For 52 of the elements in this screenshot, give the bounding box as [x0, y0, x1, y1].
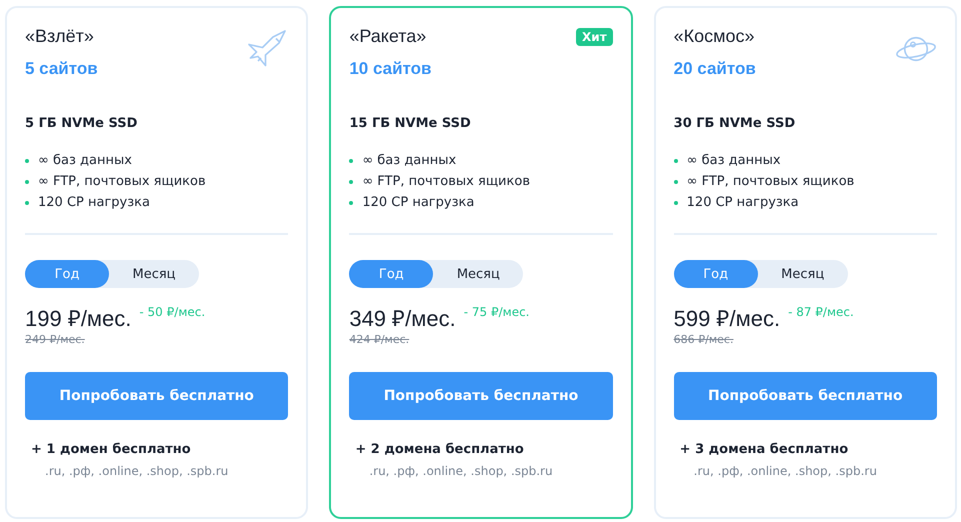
- feature-text: 120 CP нагрузка: [686, 195, 799, 210]
- domain-bonus: + 1 домен бесплатно: [31, 442, 192, 457]
- plan-title: «Ракета»: [349, 26, 428, 47]
- bullet-icon: [349, 158, 354, 162]
- bullet-icon: [674, 180, 678, 184]
- feature-text: ∞ FTP, почтовых ящиков: [362, 174, 530, 189]
- plan-title: «Космос»: [674, 26, 756, 47]
- domain-bonus: + 2 домена бесплатно: [355, 442, 525, 457]
- sites-count: 10 сайтов: [349, 59, 432, 79]
- price-text: 349 ₽/мес.: [349, 305, 456, 332]
- old-price: 686 ₽/мес.: [674, 333, 734, 346]
- discount-text: - 50 ₽/мес.: [139, 305, 206, 319]
- price-text: 599 ₽/мес.: [674, 305, 780, 332]
- bullet-icon: [25, 180, 29, 184]
- period-tab[interactable]: Месяц: [109, 260, 199, 288]
- period-tab[interactable]: Год: [349, 260, 434, 288]
- storage-label: 30 ГБ NVMe SSD: [674, 116, 796, 131]
- feature-text: 120 CP нагрузка: [38, 195, 150, 210]
- hit-badge: Хит: [576, 28, 613, 46]
- period-tab[interactable]: Месяц: [433, 260, 524, 288]
- bullet-icon: [25, 158, 29, 162]
- try-free-button[interactable]: Попробовать бесплатно: [674, 372, 937, 420]
- feature-text: ∞ баз данных: [686, 153, 781, 168]
- domain-zones: .ru, .рф, .online, .shop, .spb.ru: [369, 464, 554, 478]
- storage-label: 15 ГБ NVMe SSD: [349, 116, 472, 131]
- try-free-button[interactable]: Попробовать бесплатно: [349, 372, 613, 420]
- domain-zones: .ru, .рф, .online, .shop, .spb.ru: [45, 464, 230, 478]
- bullet-icon: [25, 200, 29, 204]
- feature-text: ∞ FTP, почтовых ящиков: [38, 174, 206, 189]
- sites-count: 5 сайтов: [25, 59, 98, 79]
- bullet-icon: [674, 200, 678, 204]
- discount-text: - 75 ₽/мес.: [464, 305, 530, 319]
- feature-text: ∞ баз данных: [362, 153, 456, 168]
- price-text: 199 ₽/мес.: [25, 305, 132, 332]
- period-tab[interactable]: Год: [674, 260, 758, 288]
- feature-text: ∞ FTP, почтовых ящиков: [686, 174, 854, 189]
- feature-text: 120 CP нагрузка: [362, 195, 474, 210]
- period-tab[interactable]: Год: [25, 260, 109, 288]
- try-free-button[interactable]: Попробовать бесплатно: [25, 372, 288, 420]
- old-price: 249 ₽/мес.: [25, 333, 86, 346]
- domain-zones: .ru, .рф, .online, .shop, .spb.ru: [694, 464, 878, 478]
- bullet-icon: [349, 200, 354, 204]
- feature-text: ∞ баз данных: [38, 153, 132, 168]
- old-price: 424 ₽/мес.: [349, 333, 410, 346]
- bullet-icon: [349, 180, 354, 184]
- storage-label: 5 ГБ NVMe SSD: [25, 116, 138, 131]
- period-tab[interactable]: Месяц: [758, 260, 848, 288]
- discount-text: - 87 ₽/мес.: [788, 305, 854, 319]
- bullet-icon: [674, 158, 678, 162]
- sites-count: 20 сайтов: [674, 59, 756, 79]
- plan-title: «Взлёт»: [25, 26, 95, 47]
- domain-bonus: + 3 домена бесплатно: [680, 442, 850, 457]
